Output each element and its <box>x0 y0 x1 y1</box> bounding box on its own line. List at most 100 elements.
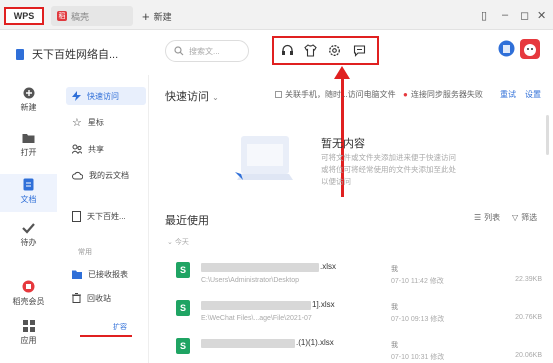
warning-icon: ● <box>403 90 408 99</box>
plus-icon: + <box>142 9 150 24</box>
team-doc-icon <box>72 210 81 222</box>
blurred-name <box>201 263 319 272</box>
file-owner: 我 <box>391 304 398 311</box>
file-row[interactable]: S .(1)(1).xlsx 我 07-10 10:31 修改 20.06KB <box>165 334 545 363</box>
check-icon <box>22 223 35 234</box>
tab-label: 稿壳 <box>71 11 90 22</box>
nav-item-star[interactable]: ☆ 星标 <box>72 113 152 131</box>
new-tab-label: 新建 <box>153 12 172 22</box>
file-owner: 我 <box>391 266 398 273</box>
empty-description: 可将文件或文件夹添加进来便于快速访问或将位可将经常使用的文件夹添加至此处以便访问 <box>321 153 456 186</box>
skin-icon[interactable] <box>303 43 317 57</box>
folder-icon <box>22 134 35 143</box>
link-phone-option[interactable]: 关联手机，随时...访问电脑文件 <box>275 89 396 100</box>
file-owner: 我 <box>391 342 398 349</box>
file-row[interactable]: S 1].xlsx E:\WeChat Files\...age\File\20… <box>165 296 545 330</box>
filter-icon: ▽ <box>512 213 519 222</box>
nav-label-received: 已接收报表 <box>88 269 128 279</box>
member-avatar[interactable] <box>519 38 541 60</box>
storage-bar <box>80 335 132 337</box>
excel-icon: S <box>176 262 190 278</box>
nav-label-trash: 回收站 <box>87 293 111 303</box>
excel-icon: S <box>176 338 190 354</box>
blurred-name <box>201 339 295 348</box>
retry-link[interactable]: 重试 <box>500 89 516 100</box>
sidebar-label-docer: 稻壳会员 <box>12 297 45 306</box>
file-path: C:\Users\Administrator\Desktop <box>201 277 300 284</box>
nav-label-quick-access: 快速访问 <box>87 91 119 101</box>
file-name: 1].xlsx <box>312 300 335 309</box>
headset-icon[interactable] <box>280 43 294 57</box>
search-placeholder: 搜索文... <box>189 46 220 56</box>
file-name: .(1)(1).xlsx <box>296 338 334 347</box>
file-size: 20.76KB <box>515 314 542 321</box>
filter-label: 筛选 <box>521 213 538 222</box>
sidebar-item-open[interactable]: 打开 <box>0 132 57 158</box>
sync-status: ● 连接同步服务器失败 <box>403 89 483 100</box>
list-icon: ☰ <box>474 213 482 222</box>
close-icon[interactable]: ✕ <box>537 9 546 22</box>
new-tab-button[interactable]: + 新建 <box>142 9 172 24</box>
file-row[interactable]: S .xlsx C:\Users\Administrator\Desktop 我… <box>165 258 545 292</box>
feedback-icon[interactable] <box>352 43 366 57</box>
empty-title: 暂无内容 <box>321 138 365 150</box>
sidebar-label-docs: 文档 <box>20 195 37 204</box>
date-group-label: ⌄ 今天 <box>167 237 189 247</box>
empty-illustration <box>235 136 293 180</box>
nav-item-received[interactable]: 已接收报表 <box>72 265 152 283</box>
file-date: 07-10 10:31 修改 <box>391 354 445 361</box>
recent-title: 最近使用 <box>165 215 209 227</box>
list-view-toggle[interactable]: ☰ 列表 <box>474 212 500 223</box>
trash-icon <box>72 293 81 303</box>
sidebar-label-new: 新建 <box>20 103 37 112</box>
maximize-icon[interactable]: ◻ <box>520 9 529 22</box>
wps-home-button[interactable]: WPS <box>4 7 44 25</box>
search-input[interactable]: 搜索文... <box>165 40 249 62</box>
lightning-icon <box>72 91 81 101</box>
minimize-icon[interactable]: – <box>502 9 508 21</box>
collapse-icon: ⌄ <box>167 239 173 246</box>
file-path: E:\WeChat Files\...age\File\2021-07 <box>201 315 312 322</box>
nav-item-shared[interactable]: 共享 <box>72 140 152 158</box>
settings-icon[interactable] <box>327 43 341 57</box>
date-group-text: 今天 <box>174 239 189 246</box>
scrollbar[interactable] <box>546 115 549 155</box>
nav-item-quick-access[interactable]: 快速访问 <box>66 87 146 105</box>
nav-item-cloud[interactable]: 我的云文档 <box>72 166 152 184</box>
nav-item-team[interactable]: 天下百姓... <box>72 207 152 225</box>
expand-storage-link[interactable]: 扩容 <box>113 322 127 332</box>
docer-icon: 稻 <box>57 11 67 21</box>
sidebar-item-new[interactable]: 新建 <box>0 87 57 113</box>
sidebar-item-docs[interactable]: 文档 <box>0 174 57 212</box>
user-avatar[interactable] <box>498 40 515 57</box>
tab-docer[interactable]: 稻 稿壳 <box>51 6 133 26</box>
file-size: 22.39KB <box>515 276 542 283</box>
sidebar-item-docer[interactable]: 稻壳会员 <box>0 280 57 307</box>
search-icon <box>174 46 184 56</box>
account-selector[interactable]: 天下百姓网络自... <box>16 46 118 62</box>
filter-button[interactable]: ▽ 筛选 <box>512 212 537 223</box>
sidebar-label-todo: 待办 <box>20 238 37 247</box>
document-icon <box>23 178 34 191</box>
nav-label-star: 星标 <box>87 117 104 127</box>
star-icon: ☆ <box>72 116 82 129</box>
file-size: 20.06KB <box>515 352 542 359</box>
sidebar-item-apps[interactable]: 应用 <box>0 320 57 346</box>
nav-item-trash[interactable]: 回收站 <box>72 289 152 307</box>
settings-link[interactable]: 设置 <box>525 89 541 100</box>
quick-access-title[interactable]: 快速访问 ⌄ <box>165 88 219 104</box>
excel-icon: S <box>176 300 190 316</box>
list-view-label: 列表 <box>484 213 501 222</box>
docer-icon <box>22 280 35 293</box>
nav-section-label: 常用 <box>78 249 92 256</box>
account-name: 天下百姓网络自... <box>32 49 119 61</box>
sidebar-item-todo[interactable]: 待办 <box>0 222 57 248</box>
link-phone-label: 关联手机，随时...访问电脑文件 <box>285 90 396 99</box>
checkbox-icon <box>275 91 282 98</box>
quick-access-title-text: 快速访问 <box>165 91 209 103</box>
sidebar-label-open: 打开 <box>20 148 37 157</box>
team-icon <box>16 48 24 60</box>
nav-label-team: 天下百姓... <box>87 211 126 221</box>
window-layout-icon[interactable]: ▯ <box>481 9 487 22</box>
file-date: 07-10 11:42 修改 <box>391 278 444 285</box>
